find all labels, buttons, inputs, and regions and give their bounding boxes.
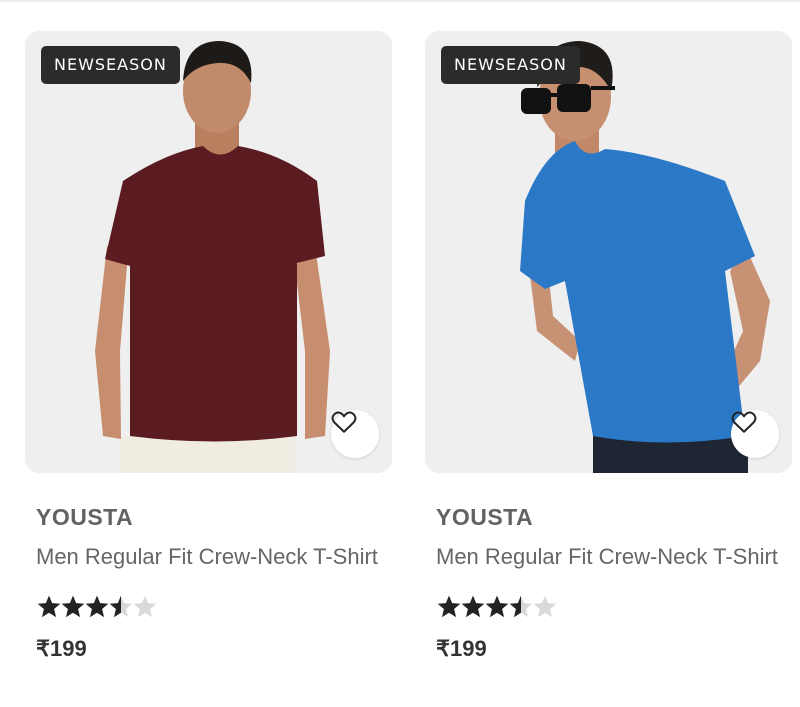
star-empty-icon (533, 595, 557, 618)
heart-outline-icon (331, 411, 357, 433)
product-card[interactable]: NEWSEASON YOUSTA Men Regular Fit Crew-Ne… (425, 31, 792, 662)
new-season-badge: NEWSEASON (41, 46, 180, 84)
model-wearing-maroon-tshirt (95, 41, 330, 473)
model-wearing-blue-tshirt (520, 41, 770, 473)
heart-outline-icon (731, 411, 757, 433)
rating-stars (36, 594, 392, 620)
product-image[interactable]: NEWSEASON (25, 31, 392, 473)
star-filled-icon (437, 595, 461, 618)
star-half-icon (109, 595, 133, 618)
product-brand: YOUSTA (436, 504, 534, 530)
rating-stars (436, 594, 792, 620)
star-filled-icon (85, 595, 109, 618)
star-filled-icon (37, 595, 61, 618)
product-image[interactable]: NEWSEASON (425, 31, 792, 473)
new-season-badge: NEWSEASON (441, 46, 580, 84)
product-title[interactable]: Men Regular Fit Crew-Neck T-Shirt (36, 541, 386, 572)
product-card[interactable]: NEWSEASON YOUSTA Men Regular Fit Crew-Ne… (25, 31, 392, 662)
product-price: ₹199 (36, 636, 87, 661)
star-filled-icon (461, 595, 485, 618)
product-price: ₹199 (436, 636, 487, 661)
star-filled-icon (61, 595, 85, 618)
star-filled-icon (485, 595, 509, 618)
star-half-icon (509, 595, 533, 618)
product-brand: YOUSTA (36, 504, 134, 530)
product-title[interactable]: Men Regular Fit Crew-Neck T-Shirt (436, 541, 786, 572)
wishlist-button[interactable] (731, 410, 779, 458)
top-divider (0, 0, 800, 2)
star-empty-icon (133, 595, 157, 618)
wishlist-button[interactable] (331, 410, 379, 458)
